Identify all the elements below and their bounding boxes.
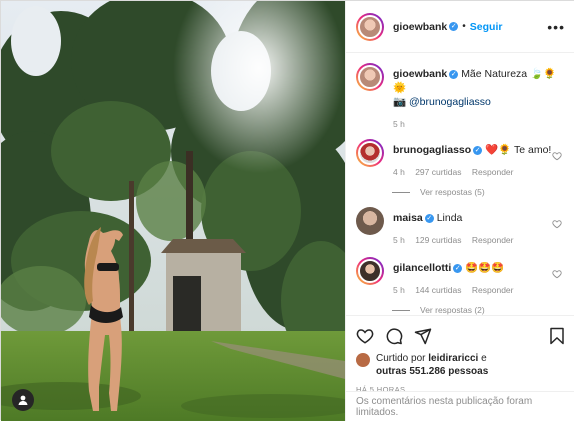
like-comment-heart-icon[interactable] bbox=[552, 151, 562, 161]
replies-line bbox=[392, 191, 410, 193]
comment-avatar[interactable] bbox=[356, 139, 384, 167]
share-paper-plane-icon[interactable] bbox=[414, 327, 432, 345]
liked-by-summary: Curtido por leidiraricci e outras 551.28… bbox=[356, 352, 566, 378]
comment-time[interactable]: 5 h bbox=[393, 285, 405, 295]
comment-text: ❤️🌻 Te amo! bbox=[485, 144, 552, 156]
liked-by-prefix: Curtido por bbox=[376, 353, 426, 364]
comment-avatar[interactable] bbox=[356, 257, 384, 285]
caption-username[interactable]: gioewbank bbox=[393, 68, 447, 80]
view-replies-label: Ver respostas (2) bbox=[420, 305, 485, 315]
post-photo[interactable] bbox=[1, 1, 345, 421]
comment-username[interactable]: maisa bbox=[393, 212, 423, 224]
save-bookmark-icon[interactable] bbox=[548, 327, 566, 345]
comment-item: brunogagliasso ✓ ❤️🌻 Te amo! 4 h 297 curt… bbox=[356, 139, 566, 179]
caption: gioewbank ✓ Mãe Natureza 🍃🌻🌞 📷 @brunogagl… bbox=[356, 63, 566, 131]
comment-item: maisa ✓ Linda 5 h 129 curtidas Responder bbox=[356, 207, 566, 247]
verified-badge-icon: ✓ bbox=[473, 145, 483, 155]
tagged-users-icon[interactable] bbox=[12, 389, 34, 411]
author-username[interactable]: gioewbank bbox=[393, 21, 447, 33]
post-side-panel: gioewbank ✓ • Seguir ••• gioewbank ✓ Mãe … bbox=[345, 1, 574, 421]
comment-reply-button[interactable]: Responder bbox=[472, 167, 514, 177]
comment-bubble-icon[interactable] bbox=[385, 327, 403, 345]
view-replies-label: Ver respostas (5) bbox=[420, 187, 485, 197]
comment-avatar[interactable] bbox=[356, 207, 384, 235]
comment-time[interactable]: 5 h bbox=[393, 235, 405, 245]
comment-likes[interactable]: 297 curtidas bbox=[415, 167, 461, 177]
verified-badge-icon: ✓ bbox=[449, 22, 459, 31]
comment-time[interactable]: 4 h bbox=[393, 167, 405, 177]
comment-username[interactable]: gilancellotti bbox=[393, 262, 451, 274]
comment-item: gilancellotti ✓ 🤩🤩🤩 5 h 144 curtidas Resp… bbox=[356, 257, 566, 297]
comments-list[interactable]: gioewbank ✓ Mãe Natureza 🍃🌻🌞 📷 @brunogagl… bbox=[346, 53, 574, 315]
separator-dot: • bbox=[462, 21, 466, 32]
camera-emoji: 📷 bbox=[393, 96, 407, 108]
liked-by-others-link[interactable]: outras 551.286 pessoas bbox=[376, 366, 488, 377]
liked-by-user-link[interactable]: leidiraricci bbox=[428, 353, 478, 364]
comment-reply-button[interactable]: Responder bbox=[472, 235, 514, 245]
comment-likes[interactable]: 129 curtidas bbox=[415, 235, 461, 245]
verified-badge-icon: ✓ bbox=[453, 263, 463, 273]
view-replies-button[interactable]: Ver respostas (2) bbox=[392, 305, 566, 315]
replies-line bbox=[392, 309, 410, 311]
verified-badge-icon: ✓ bbox=[424, 213, 434, 223]
comment-reply-button[interactable]: Responder bbox=[472, 285, 514, 295]
author-avatar[interactable] bbox=[356, 12, 384, 41]
post-header: gioewbank ✓ • Seguir ••• bbox=[346, 1, 574, 53]
caption-time[interactable]: 5 h bbox=[393, 119, 405, 129]
follow-button[interactable]: Seguir bbox=[470, 21, 503, 33]
more-options-icon[interactable]: ••• bbox=[547, 19, 565, 35]
caption-mention-link[interactable]: @brunogagliasso bbox=[409, 96, 491, 108]
comment-text: 🤩🤩🤩 bbox=[465, 262, 505, 274]
post-actions: Curtido por leidiraricci e outras 551.28… bbox=[346, 315, 574, 394]
view-replies-button[interactable]: Ver respostas (5) bbox=[392, 187, 566, 197]
liked-by-connector: e bbox=[481, 353, 487, 364]
liker-avatar[interactable] bbox=[356, 353, 370, 367]
comment-text: Linda bbox=[436, 212, 463, 224]
verified-badge-icon: ✓ bbox=[449, 69, 459, 79]
like-heart-icon[interactable] bbox=[356, 327, 374, 345]
garden-photo-illustration bbox=[1, 1, 345, 421]
like-comment-heart-icon[interactable] bbox=[552, 269, 562, 279]
comments-limited-notice: Os comentários nesta publicação foram li… bbox=[346, 391, 574, 421]
instagram-post: gioewbank ✓ • Seguir ••• gioewbank ✓ Mãe … bbox=[0, 0, 574, 421]
caption-avatar[interactable] bbox=[356, 63, 384, 91]
like-comment-heart-icon[interactable] bbox=[552, 219, 562, 229]
comment-likes[interactable]: 144 curtidas bbox=[415, 285, 461, 295]
comment-username[interactable]: brunogagliasso bbox=[393, 144, 471, 156]
